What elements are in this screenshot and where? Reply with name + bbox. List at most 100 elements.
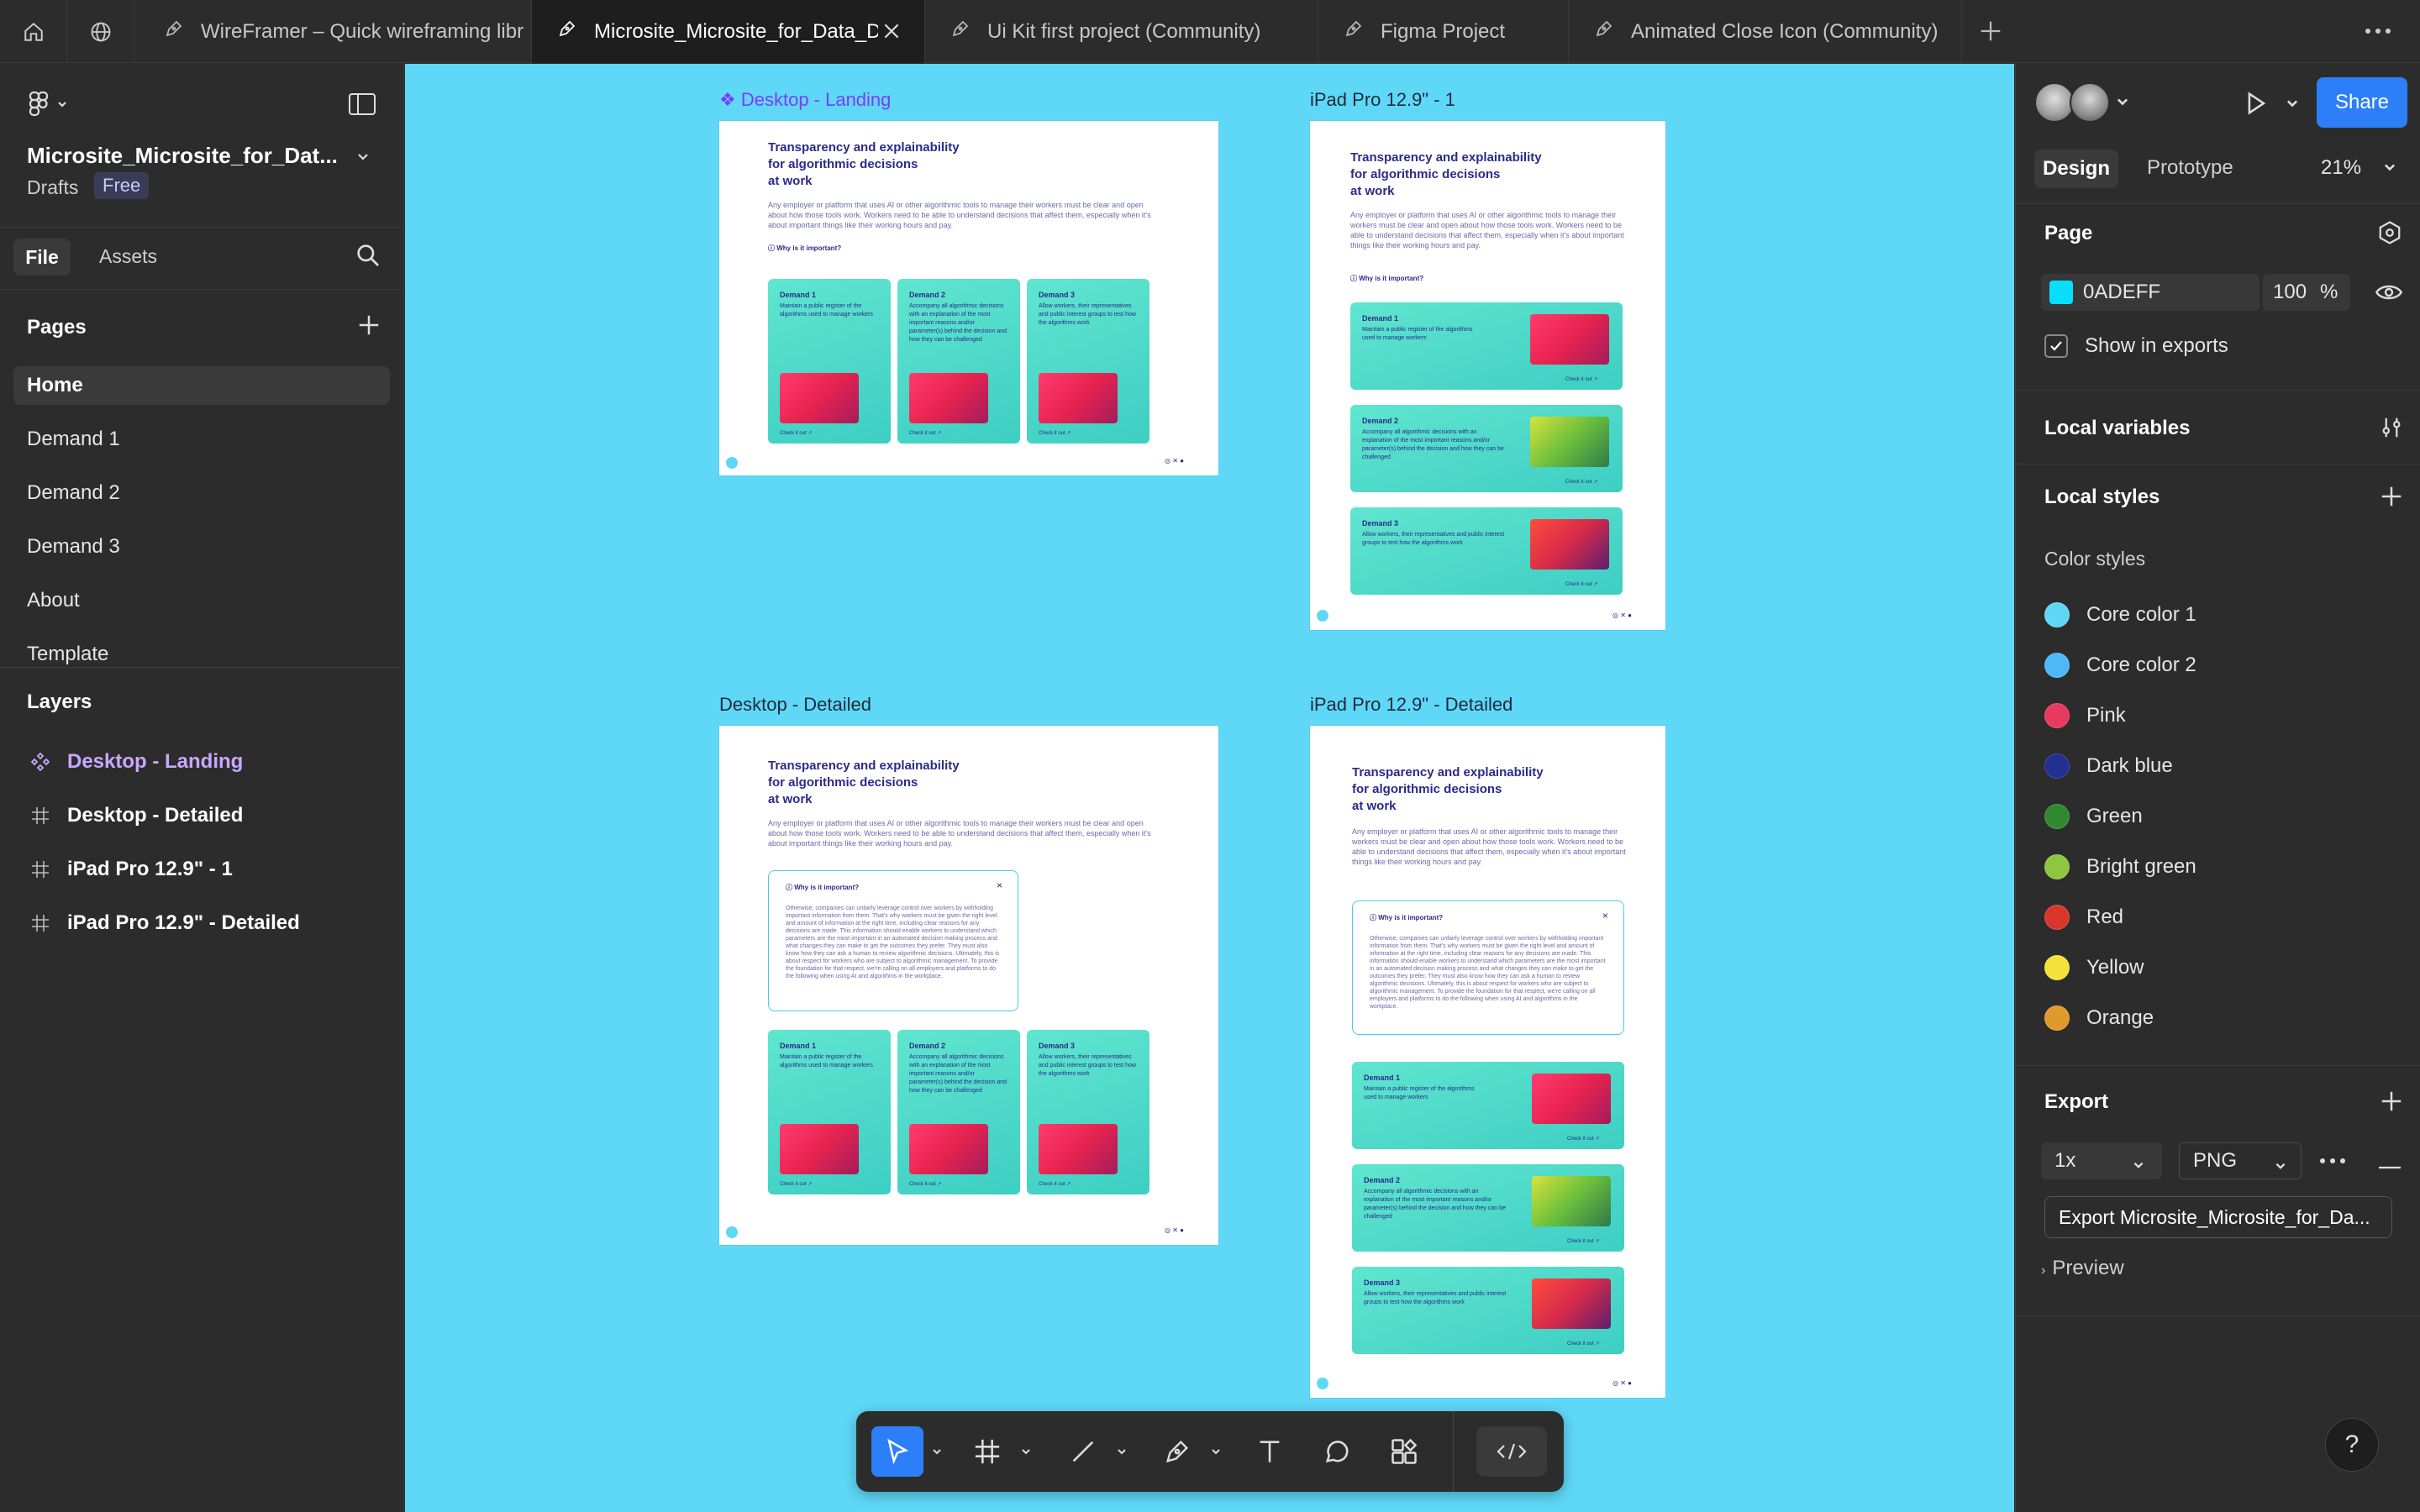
chevron-down-icon[interactable]: [1112, 1426, 1132, 1477]
home-icon[interactable]: [0, 0, 67, 63]
chevron-down-icon[interactable]: [1016, 1426, 1036, 1477]
file-name[interactable]: Microsite_Microsite_for_Dat...: [27, 143, 338, 169]
close-tab-icon[interactable]: [881, 20, 902, 48]
demand-card[interactable]: Demand 3 Allow workers, their representa…: [1352, 1267, 1624, 1354]
avatar[interactable]: [2070, 82, 2110, 123]
color-style-yellow[interactable]: Yellow: [2044, 951, 2144, 984]
add-export-plus-icon[interactable]: [2379, 1089, 2404, 1118]
export-scale-select[interactable]: 1x: [2041, 1142, 2162, 1179]
frame-label-desktop-detailed[interactable]: Desktop - Detailed: [719, 694, 871, 716]
frame-label-ipad-pro-detailed[interactable]: iPad Pro 12.9" - Detailed: [1310, 694, 1512, 716]
demand-card[interactable]: Demand 1 Maintain a public register of t…: [1352, 1062, 1624, 1149]
add-style-plus-icon[interactable]: [2379, 484, 2404, 513]
tab-animated-close-icon[interactable]: Animated Close Icon (Community): [1569, 0, 1962, 63]
tab-prototype[interactable]: Prototype: [2147, 156, 2233, 180]
export-settings-more-icon[interactable]: [2318, 1154, 2347, 1172]
dev-mode-toggle-icon[interactable]: [1476, 1426, 1547, 1477]
tab-file[interactable]: File: [13, 239, 71, 276]
actions-tool-icon[interactable]: [1381, 1426, 1428, 1477]
add-page-plus-icon[interactable]: [356, 312, 381, 342]
frame-tool-icon[interactable]: [964, 1426, 1011, 1477]
new-tab-plus-icon[interactable]: [1976, 17, 2005, 50]
zoom-level[interactable]: 21%: [2321, 156, 2361, 180]
pen-tool-icon[interactable]: [1154, 1426, 1201, 1477]
demand-card[interactable]: Demand 3 Allow workers, their representa…: [1027, 279, 1150, 444]
page-item-demand-2[interactable]: Demand 2: [13, 474, 390, 512]
search-icon[interactable]: [355, 242, 381, 273]
demand-card[interactable]: Demand 2 Accompany all algorithmic decis…: [1352, 1164, 1624, 1252]
demand-card[interactable]: Demand 1 Maintain a public register of t…: [1350, 302, 1623, 390]
why-popup[interactable]: ⓘ Why is it important? × Otherwise, comp…: [768, 870, 1018, 1011]
frame-ipad-pro-1[interactable]: Transparency and explainability for algor…: [1310, 121, 1665, 630]
chevron-down-icon[interactable]: [1206, 1426, 1226, 1477]
tab-wireframer[interactable]: WireFramer – Quick wireframing libr: [139, 0, 532, 63]
layer-ipad-pro-1[interactable]: iPad Pro 12.9" - 1: [25, 850, 233, 889]
demand-card[interactable]: Demand 2 Accompany all algorithmic decis…: [1350, 405, 1623, 492]
frame-label-desktop-landing[interactable]: ❖ Desktop - Landing: [719, 89, 891, 111]
canvas[interactable]: ❖ Desktop - Landing iPad Pro 12.9" - 1 D…: [405, 64, 2014, 1512]
chevron-down-icon[interactable]: [927, 1426, 947, 1477]
share-button[interactable]: Share: [2317, 77, 2407, 128]
export-button[interactable]: Export Microsite_Microsite_for_Da...: [2044, 1196, 2392, 1238]
demand-card[interactable]: Demand 2 Accompany all algorithmic decis…: [897, 279, 1020, 444]
more-options-icon[interactable]: [2361, 20, 2395, 46]
chevron-down-icon[interactable]: [355, 148, 371, 169]
tab-ui-kit[interactable]: Ui Kit first project (Community): [925, 0, 1318, 63]
frame-desktop-landing[interactable]: Transparency and explainability for algor…: [719, 121, 1218, 475]
page-item-demand-1[interactable]: Demand 1: [13, 420, 390, 459]
demand-card[interactable]: Demand 1 Maintain a public register of t…: [768, 279, 891, 444]
frame-label-ipad-pro-1[interactable]: iPad Pro 12.9" - 1: [1310, 89, 1455, 111]
color-style-core-color-2[interactable]: Core color 2: [2044, 648, 2196, 682]
color-style-green[interactable]: Green: [2044, 800, 2143, 833]
tab-assets[interactable]: Assets: [99, 245, 157, 268]
page-settings-icon[interactable]: [2377, 220, 2402, 249]
color-style-red[interactable]: Red: [2044, 900, 2123, 934]
page-item-demand-3[interactable]: Demand 3: [13, 528, 390, 566]
chevron-down-icon[interactable]: [2115, 94, 2130, 113]
community-globe-icon[interactable]: [67, 0, 134, 63]
toggle-sidebar-icon[interactable]: [348, 92, 376, 120]
show-in-exports-checkbox[interactable]: [2044, 334, 2068, 358]
color-style-dark-blue[interactable]: Dark blue: [2044, 749, 2173, 783]
present-play-icon[interactable]: [2241, 89, 2270, 122]
local-variables-heading[interactable]: Local variables: [2044, 417, 2190, 440]
demand-card[interactable]: Demand 1 Maintain a public register of t…: [768, 1030, 891, 1194]
preview-toggle[interactable]: › Preview: [2041, 1257, 2124, 1280]
frame-ipad-pro-detailed[interactable]: Transparency and explainability for algor…: [1310, 726, 1665, 1398]
page-item-about[interactable]: About: [13, 581, 390, 620]
chevron-down-icon[interactable]: [2382, 160, 2397, 179]
comment-tool-icon[interactable]: [1313, 1426, 1360, 1477]
tab-figma-project[interactable]: Figma Project: [1318, 0, 1569, 63]
close-icon[interactable]: ×: [997, 879, 1002, 891]
text-tool-icon[interactable]: [1246, 1426, 1293, 1477]
layer-desktop-landing[interactable]: Desktop - Landing: [25, 743, 243, 781]
avatar[interactable]: [2034, 82, 2075, 123]
file-location[interactable]: Drafts: [27, 176, 78, 199]
page-item-home[interactable]: Home: [13, 366, 390, 405]
tab-design[interactable]: Design: [2034, 150, 2118, 188]
page-opacity-field[interactable]: 100 %: [2263, 274, 2350, 311]
eye-icon[interactable]: [2375, 281, 2403, 308]
demand-card[interactable]: Demand 2 Accompany all algorithmic decis…: [897, 1030, 1020, 1194]
main-menu-button[interactable]: [27, 89, 74, 123]
layer-ipad-pro-detailed[interactable]: iPad Pro 12.9" - Detailed: [25, 904, 300, 942]
variables-settings-icon[interactable]: [2379, 415, 2404, 444]
color-style-core-color-1[interactable]: Core color 1: [2044, 598, 2196, 632]
help-button[interactable]: ?: [2325, 1418, 2379, 1472]
demand-card[interactable]: Demand 3 Allow workers, their representa…: [1027, 1030, 1150, 1194]
page-item-template[interactable]: Template: [13, 635, 390, 674]
color-style-pink[interactable]: Pink: [2044, 699, 2126, 732]
line-tool-icon[interactable]: [1060, 1426, 1107, 1477]
frame-desktop-detailed[interactable]: Transparency and explainability for algor…: [719, 726, 1218, 1245]
remove-export-minus-icon[interactable]: [2377, 1159, 2402, 1174]
layer-desktop-detailed[interactable]: Desktop - Detailed: [25, 796, 243, 835]
tab-microsite[interactable]: Microsite_Microsite_for_Data_D: [532, 0, 925, 63]
export-format-select[interactable]: PNG: [2179, 1142, 2302, 1179]
why-popup[interactable]: ⓘ Why is it important? × Otherwise, comp…: [1352, 900, 1624, 1035]
chevron-down-icon[interactable]: [2285, 96, 2300, 115]
close-icon[interactable]: ×: [1602, 910, 1608, 921]
move-tool-icon[interactable]: [871, 1426, 923, 1477]
page-color-field[interactable]: 0ADEFF: [2041, 274, 2260, 311]
color-style-orange[interactable]: Orange: [2044, 1001, 2154, 1035]
color-style-bright-green[interactable]: Bright green: [2044, 850, 2196, 884]
